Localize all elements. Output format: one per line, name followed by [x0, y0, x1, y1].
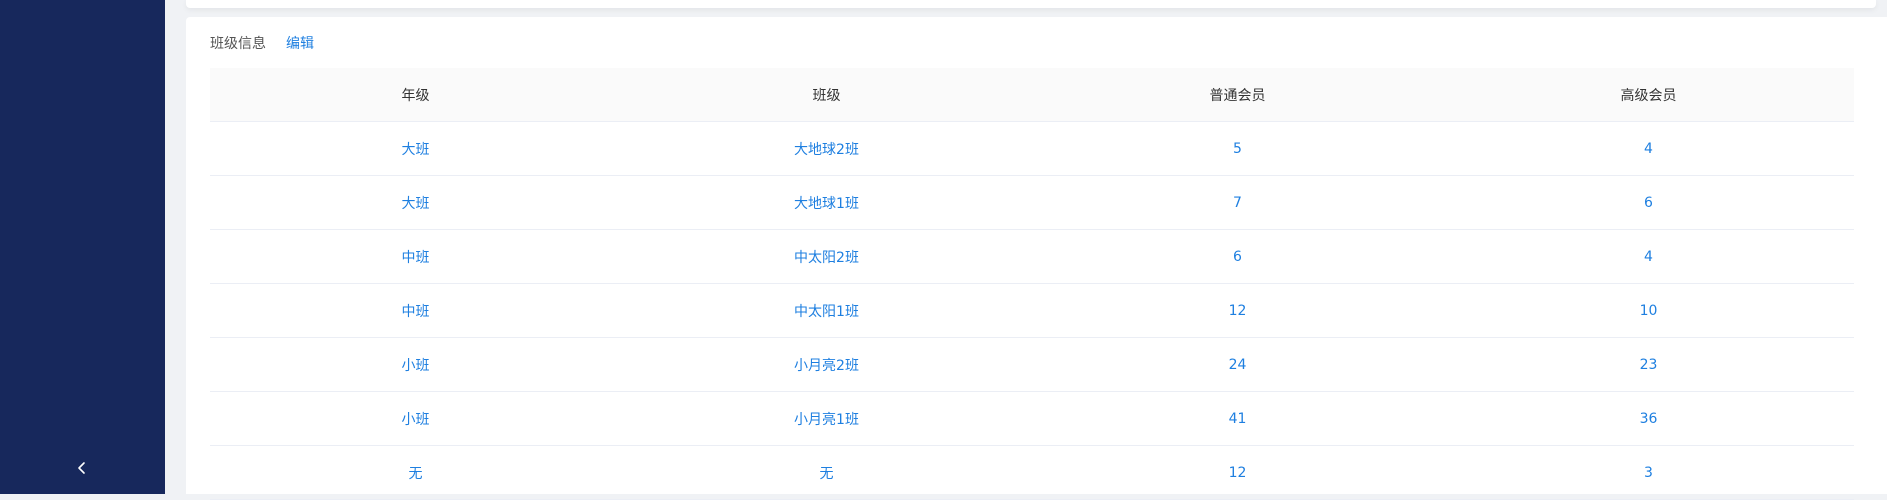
table-row: 中班 中太阳2班 6 4	[210, 229, 1854, 284]
table-row: 大班 大地球1班 7 6	[210, 175, 1854, 230]
class-link[interactable]: 无	[820, 466, 834, 482]
class-table: 年级 班级 普通会员 高级会员 大班 大地球2班 5 4 大班 大地球1班 7 …	[210, 68, 1854, 500]
sidebar	[0, 0, 165, 494]
cell-regular: 24	[1032, 337, 1443, 392]
cell-premium: 6	[1443, 175, 1854, 230]
table-row: 小班 小月亮2班 24 23	[210, 337, 1854, 392]
grade-link[interactable]: 小班	[402, 358, 430, 374]
card-title: 班级信息	[210, 36, 266, 52]
cell-class: 小月亮1班	[621, 391, 1032, 446]
column-header-class: 班级	[621, 68, 1032, 122]
cell-grade: 大班	[210, 175, 621, 230]
column-header-regular-members: 普通会员	[1032, 68, 1443, 122]
cell-class: 中太阳1班	[621, 283, 1032, 338]
premium-count-link[interactable]: 10	[1640, 303, 1658, 319]
premium-count-link[interactable]: 3	[1644, 465, 1653, 481]
cell-premium: 4	[1443, 121, 1854, 176]
sidebar-collapse-button[interactable]	[66, 452, 98, 484]
premium-count-link[interactable]: 4	[1644, 249, 1653, 265]
premium-count-link[interactable]: 36	[1640, 411, 1658, 427]
column-header-premium-members: 高级会员	[1443, 68, 1854, 122]
edit-link[interactable]: 编辑	[286, 33, 314, 53]
class-link[interactable]: 大地球1班	[794, 196, 859, 212]
cell-regular: 5	[1032, 121, 1443, 176]
class-link[interactable]: 大地球2班	[794, 142, 859, 158]
class-link[interactable]: 小月亮1班	[794, 412, 859, 428]
table-row: 大班 大地球2班 5 4	[210, 121, 1854, 176]
top-card	[186, 0, 1876, 8]
premium-count-link[interactable]: 4	[1644, 141, 1653, 157]
grade-link[interactable]: 中班	[402, 304, 430, 320]
chevron-left-icon	[78, 462, 85, 474]
cell-grade: 小班	[210, 391, 621, 446]
cell-class: 大地球2班	[621, 121, 1032, 176]
grade-link[interactable]: 小班	[402, 412, 430, 428]
cell-grade: 大班	[210, 121, 621, 176]
cell-regular: 12	[1032, 445, 1443, 500]
cell-grade: 无	[210, 445, 621, 500]
grade-link[interactable]: 大班	[402, 142, 430, 158]
cell-class: 小月亮2班	[621, 337, 1032, 392]
cell-class: 大地球1班	[621, 175, 1032, 230]
table-row: 无 无 12 3	[210, 445, 1854, 500]
regular-count-link[interactable]: 12	[1229, 303, 1247, 319]
class-link[interactable]: 小月亮2班	[794, 358, 859, 374]
cell-grade: 中班	[210, 229, 621, 284]
grade-link[interactable]: 无	[409, 466, 423, 482]
grade-link[interactable]: 中班	[402, 250, 430, 266]
regular-count-link[interactable]: 41	[1229, 411, 1247, 427]
table-header-row: 年级 班级 普通会员 高级会员	[210, 68, 1854, 122]
cell-regular: 7	[1032, 175, 1443, 230]
cell-grade: 小班	[210, 337, 621, 392]
table-row: 小班 小月亮1班 41 36	[210, 391, 1854, 446]
cell-class: 中太阳2班	[621, 229, 1032, 284]
class-link[interactable]: 中太阳1班	[794, 304, 859, 320]
cell-premium: 3	[1443, 445, 1854, 500]
premium-count-link[interactable]: 6	[1644, 195, 1653, 211]
cell-grade: 中班	[210, 283, 621, 338]
regular-count-link[interactable]: 6	[1233, 249, 1242, 265]
regular-count-link[interactable]: 12	[1229, 465, 1247, 481]
cell-premium: 23	[1443, 337, 1854, 392]
cell-regular: 41	[1032, 391, 1443, 446]
regular-count-link[interactable]: 7	[1233, 195, 1242, 211]
regular-count-link[interactable]: 5	[1233, 141, 1242, 157]
cell-premium: 10	[1443, 283, 1854, 338]
regular-count-link[interactable]: 24	[1229, 357, 1247, 373]
cell-premium: 36	[1443, 391, 1854, 446]
grade-link[interactable]: 大班	[402, 196, 430, 212]
card-header: 班级信息 编辑	[210, 33, 314, 53]
class-info-card: 班级信息 编辑 年级 班级 普通会员 高级会员 大班 大地球2班 5 4 大班 …	[186, 17, 1887, 500]
premium-count-link[interactable]: 23	[1640, 357, 1658, 373]
cell-regular: 6	[1032, 229, 1443, 284]
column-header-grade: 年级	[210, 68, 621, 122]
cell-premium: 4	[1443, 229, 1854, 284]
class-link[interactable]: 中太阳2班	[794, 250, 859, 266]
cell-class: 无	[621, 445, 1032, 500]
table-row: 中班 中太阳1班 12 10	[210, 283, 1854, 338]
cell-regular: 12	[1032, 283, 1443, 338]
